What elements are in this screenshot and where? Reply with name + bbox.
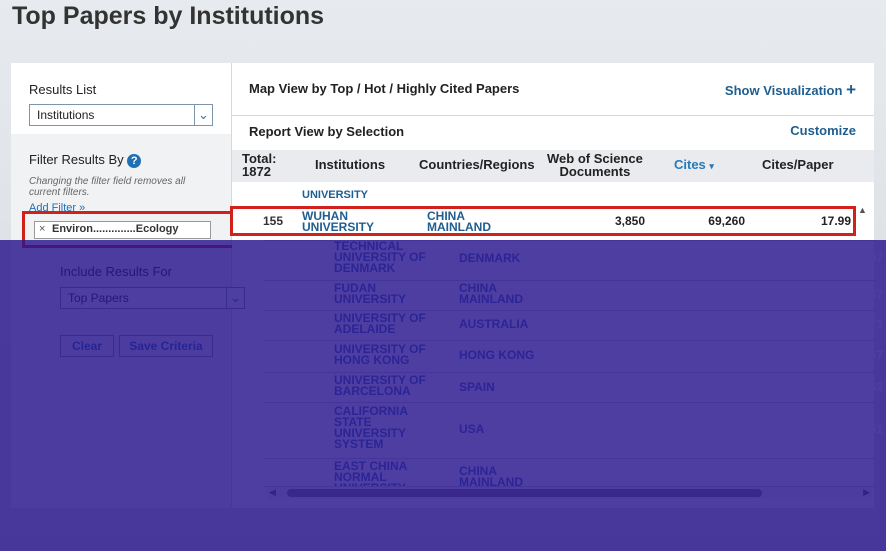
country-link[interactable]: DENMARK [459, 252, 539, 264]
total-header: Total: 1872 [242, 152, 276, 178]
row-rank: 159 [292, 348, 313, 362]
highlight-box-row [230, 206, 856, 236]
cites-paper-header[interactable]: Cites/Paper [762, 158, 834, 171]
row-rank: 158 [292, 317, 313, 331]
row-rank: 160 [292, 380, 313, 394]
cites-per-paper-value: 28.67 [852, 348, 883, 362]
cites-per-paper-value: 26.13 [852, 469, 875, 483]
show-visualization-label: Show Visualization [724, 83, 843, 98]
cites-value: 67,590 [740, 380, 777, 394]
country-link[interactable]: SPAIN [459, 381, 539, 393]
show-visualization-button[interactable]: Show Visualization + [725, 80, 856, 100]
cites-value: 67,091 [740, 469, 777, 483]
clipped-row-text: UNIVERSITY [302, 189, 369, 201]
cites-header-label: Cites [674, 157, 706, 172]
cites-value: 67,163 [740, 422, 777, 436]
results-list-select[interactable]: Institutions ⌄ [29, 104, 213, 126]
country-link[interactable]: CHINA MAINLAND [459, 282, 539, 305]
results-list-label: Results List [29, 82, 97, 97]
institution-link[interactable]: UNIVERSITY OF ADELAIDE [334, 312, 434, 335]
highlight-box-filter [22, 211, 252, 248]
include-results-value: Top Papers [68, 291, 129, 305]
customize-link[interactable]: Customize [790, 123, 856, 138]
divider [232, 115, 874, 116]
country-link[interactable]: HONG KONG [459, 349, 539, 361]
scroll-left-icon[interactable]: ◀ [269, 487, 276, 498]
cites-per-paper-value: 27.97 [852, 251, 883, 265]
institution-link[interactable]: CALIFORNIA STATE UNIVERSITY SYSTEM [334, 405, 424, 450]
save-criteria-button[interactable]: Save Criteria [119, 335, 213, 357]
results-list-value: Institutions [37, 108, 95, 122]
cites-value: 68,453 [740, 348, 777, 362]
row-rank: 157 [292, 287, 313, 301]
filter-hint: Changing the filter field removes all cu… [29, 176, 186, 198]
row-rank: 161 [292, 422, 313, 436]
country-link[interactable]: USA [459, 423, 539, 435]
table-row[interactable]: 157 FUDAN UNIVERSITY CHINA MAINLAND 2,96… [263, 280, 883, 311]
documents-value: 2,233 [647, 317, 678, 331]
help-icon[interactable]: ? [127, 153, 142, 168]
documents-value: 2,388 [647, 348, 678, 362]
institution-link[interactable]: UNIVERSITY OF HONG KONG [334, 343, 434, 366]
clear-button[interactable]: Clear [60, 335, 114, 357]
report-view-heading: Report View by Selection [249, 124, 405, 139]
include-results-select[interactable]: Top Papers ⌄ [60, 287, 245, 309]
wos-documents-header[interactable]: Web of Science Documents [547, 152, 643, 178]
documents-value: 3,275 [647, 422, 678, 436]
table-header: Total: 1872 Institutions Countries/Regio… [232, 150, 874, 182]
documents-value: 2,963 [647, 287, 678, 301]
cites-value: 69,250 [740, 251, 777, 265]
filter-results-text: Filter Results By [29, 152, 124, 167]
cites-per-paper-value: 20.51 [852, 422, 883, 436]
include-results-label: Include Results For [60, 264, 172, 279]
table-row[interactable]: 161 CALIFORNIA STATE UNIVERSITY SYSTEM U… [263, 402, 883, 459]
sort-desc-icon: ▾ [709, 161, 714, 171]
institutions-header[interactable]: Institutions [315, 158, 385, 171]
page-title: Top Papers by Institutions [12, 2, 325, 30]
chevron-down-icon[interactable]: ⌄ [226, 288, 244, 308]
table-row[interactable]: 159 UNIVERSITY OF HONG KONG HONG KONG 2,… [263, 340, 883, 373]
row-rank: 162 [292, 469, 313, 483]
filter-results-label: Filter Results By ? [29, 152, 142, 168]
documents-value: 2,568 [647, 469, 678, 483]
row-rank: 156 [292, 251, 313, 265]
cites-value: 68,626 [740, 317, 777, 331]
scroll-up-icon[interactable]: ▲ [858, 205, 867, 215]
table-row[interactable]: 162 EAST CHINA NORMAL UNIVERSITY CHINA M… [263, 458, 875, 487]
institution-link[interactable]: EAST CHINA NORMAL UNIVERSITY [334, 460, 434, 486]
plus-icon: + [846, 80, 856, 99]
cites-value: 69,240 [740, 287, 777, 301]
wos-header-line2: Documents [559, 164, 631, 179]
country-link[interactable]: AUSTRALIA [459, 318, 539, 330]
map-view-heading: Map View by Top / Hot / Highly Cited Pap… [249, 81, 520, 96]
institution-link[interactable]: FUDAN UNIVERSITY [334, 282, 434, 305]
table-row[interactable]: 156 TECHNICAL UNIVERSITY OF DENMARK DENM… [263, 240, 883, 281]
table-row[interactable]: 158 UNIVERSITY OF ADELAIDE AUSTRALIA 2,2… [263, 310, 883, 341]
chevron-down-icon[interactable]: ⌄ [194, 105, 212, 125]
cites-header[interactable]: Cites ▾ [674, 158, 714, 173]
scrollbar-thumb[interactable] [287, 489, 762, 497]
total-count: 1872 [242, 164, 271, 179]
institution-link[interactable]: UNIVERSITY OF BARCELONA [334, 374, 434, 397]
institution-link[interactable]: TECHNICAL UNIVERSITY OF DENMARK [334, 240, 434, 274]
table-row[interactable]: 160 UNIVERSITY OF BARCELONA SPAIN 2,647 … [263, 372, 883, 403]
horizontal-scrollbar[interactable]: ◀ ▶ [267, 487, 872, 499]
documents-value: 2,647 [647, 380, 678, 394]
cites-per-paper-value: 23.37 [852, 287, 883, 301]
scroll-right-icon[interactable]: ▶ [863, 487, 870, 498]
documents-value: 2,476 [647, 251, 678, 265]
countries-header[interactable]: Countries/Regions [419, 158, 535, 171]
cites-per-paper-value: 30.73 [852, 317, 883, 331]
filter-panel: Results List Institutions ⌄ Filter Resul… [11, 63, 232, 508]
cites-per-paper-value: 25.53 [852, 380, 883, 394]
country-link[interactable]: CHINA MAINLAND [459, 465, 539, 486]
